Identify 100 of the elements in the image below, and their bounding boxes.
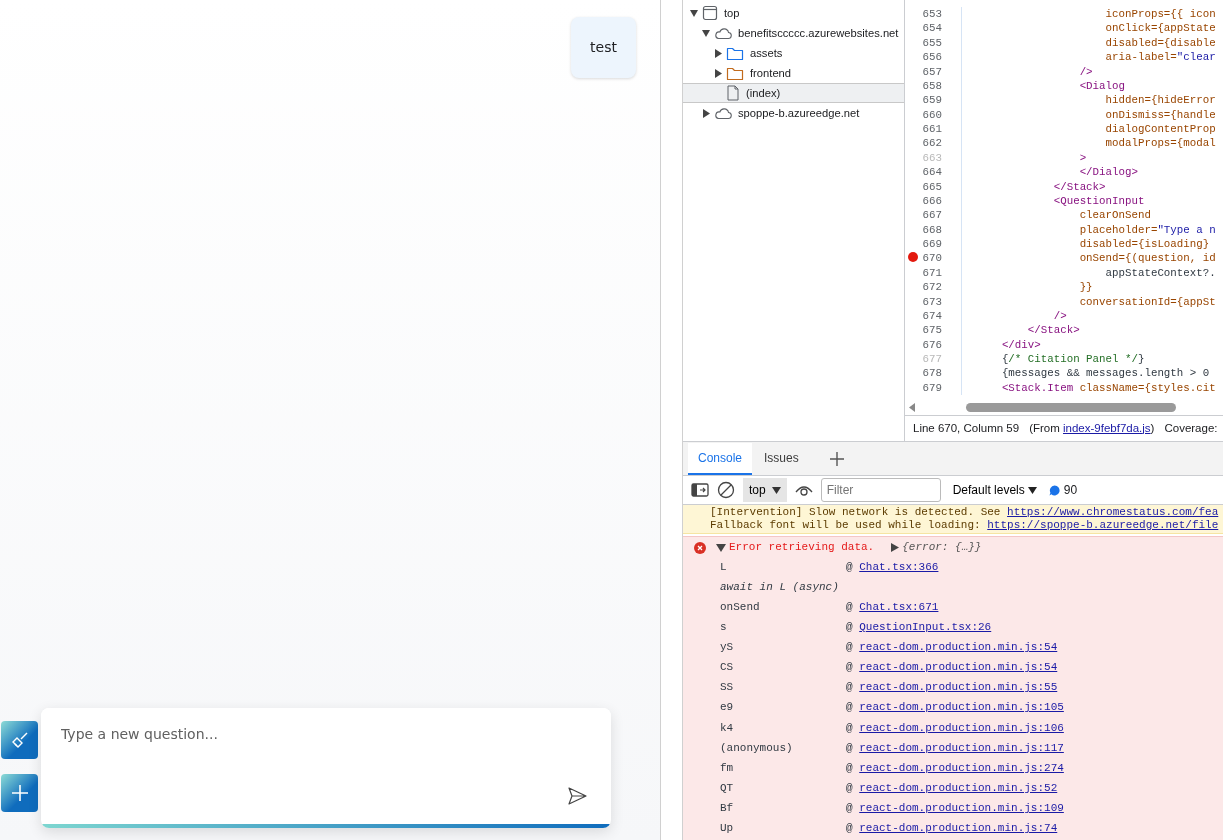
stack-location: @ react-dom.production.min.js:274 [846, 760, 1064, 776]
stack-location: @ react-dom.production.min.js:52 [846, 780, 1058, 796]
source-link[interactable]: react-dom.production.min.js:54 [859, 641, 1058, 654]
stack-location: @ Chat.tsx:366 [846, 559, 939, 575]
line-number: 678 [921, 366, 943, 382]
line-number: 672 [921, 280, 943, 296]
new-chat-button[interactable] [1, 774, 38, 812]
scroll-left-icon[interactable] [909, 402, 915, 412]
line-number: 677 [921, 352, 943, 368]
line-number: 657 [921, 64, 943, 80]
tree-item[interactable]: benefitsccccc.azurewebsites.net [683, 23, 904, 43]
source-link[interactable]: Chat.tsx:671 [859, 601, 939, 613]
cloud-icon [714, 106, 732, 120]
code-line: placeholder="Type a n [1078, 222, 1216, 238]
stack-location: @ react-dom.production.min.js:55 [846, 680, 1058, 696]
source-link[interactable]: react-dom.production.min.js:274 [859, 761, 1064, 774]
triangle-icon[interactable] [690, 8, 698, 18]
triangle-icon[interactable] [714, 48, 722, 58]
source-origin: (From index-9febf7da.js) [1029, 420, 1155, 436]
coverage-label: Coverage: [1164, 420, 1218, 436]
tree-item[interactable]: (index) [683, 83, 904, 103]
function-name: e9 [720, 700, 735, 716]
stack-location: @ react-dom.production.min.js:105 [846, 700, 1064, 716]
eye-icon[interactable] [794, 484, 813, 496]
filter-field[interactable]: Filter [820, 478, 941, 502]
send-icon [567, 786, 587, 806]
clear-chat-button[interactable] [1, 721, 38, 759]
code-line: disabled={isLoading} [1078, 237, 1210, 253]
question-field[interactable]: Type a new question... [41, 708, 611, 828]
triangle-icon[interactable] [716, 543, 726, 552]
line-number: 668 [921, 222, 943, 238]
line-number: 655 [921, 35, 943, 51]
url-link[interactable]: https://www.chromestatus.com/fea [1007, 506, 1219, 518]
source-link[interactable]: react-dom.production.min.js:105 [859, 701, 1064, 714]
source-link[interactable]: react-dom.production.min.js:54 [859, 661, 1058, 674]
caret-icon [1027, 486, 1037, 494]
stack-location: @ react-dom.production.min.js:117 [846, 740, 1064, 756]
source-link[interactable]: react-dom.production.min.js:74 [859, 822, 1058, 834]
code-line: appStateContext?. [1104, 265, 1216, 281]
code-line: {/* Citation Panel */} [1000, 352, 1145, 368]
code-line: dialogContentProp [1104, 122, 1216, 138]
line-number: 660 [921, 107, 943, 123]
panel-tab[interactable]: Issues [754, 443, 809, 475]
function-name: yS [720, 640, 735, 656]
line-number: 654 [921, 21, 943, 37]
sidebar-toggle-icon[interactable] [691, 482, 709, 498]
line-number: 661 [921, 122, 943, 138]
url-link[interactable]: https://spoppe-b.azureedge.net/file [987, 519, 1219, 531]
function-name: SS [720, 680, 735, 696]
source-link[interactable]: Chat.tsx:366 [859, 560, 939, 573]
source-link[interactable]: index-9febf7da.js [1063, 421, 1151, 434]
function-name: Up [720, 821, 735, 836]
warning-text: [Intervention] Slow network is detected. See https://www.chromestatus.com/fea [710, 506, 1220, 519]
line-number: 659 [921, 93, 943, 109]
code-line: onClick={appState [1104, 21, 1216, 37]
line-number: 670 [905, 250, 945, 267]
line-number: 666 [921, 193, 943, 209]
triangle-icon[interactable] [702, 28, 710, 38]
add-tab-icon[interactable] [828, 451, 845, 467]
stack-location: @ QuestionInput.tsx:26 [846, 620, 992, 636]
object-preview[interactable]: {error: {…}} [902, 539, 982, 556]
log-levels-dropdown[interactable]: Default levels [948, 481, 1041, 499]
code-line: clearOnSend [1078, 208, 1151, 224]
warning-text: Fallback font will be used while loading: https://spoppe-b.azureedge.net/file [710, 519, 1220, 532]
triangle-icon[interactable] [702, 108, 710, 118]
code-line: onSend={(question, id [1078, 251, 1216, 267]
line-number: 658 [921, 78, 943, 94]
code-line: </div> [1000, 337, 1041, 353]
source-link[interactable]: react-dom.production.min.js:106 [859, 721, 1064, 734]
line-number: 676 [921, 337, 943, 353]
source-link[interactable]: react-dom.production.min.js:117 [859, 741, 1064, 754]
line-number: 673 [921, 294, 943, 310]
code-line: }} [1078, 280, 1093, 296]
triangle-icon[interactable] [891, 543, 900, 552]
context-dropdown[interactable]: top [743, 478, 787, 502]
clear-console-icon[interactable] [717, 481, 735, 499]
scrollbar-thumb[interactable] [966, 402, 1176, 412]
message-count: 90 [1063, 482, 1078, 499]
tree-item[interactable]: top [683, 3, 904, 23]
source-link[interactable]: QuestionInput.tsx:26 [859, 621, 992, 634]
tree-item[interactable]: assets [683, 43, 904, 63]
breakpoint-marker[interactable] [908, 252, 918, 263]
source-link[interactable]: react-dom.production.min.js:52 [859, 781, 1058, 794]
line-number: 664 [921, 165, 943, 181]
code-line: {messages && messages.length > 0 [1000, 366, 1210, 382]
triangle-icon[interactable] [714, 68, 722, 78]
tree-item[interactable]: frontend [683, 63, 904, 83]
source-link[interactable]: react-dom.production.min.js:55 [859, 681, 1058, 694]
line-number: 674 [921, 308, 943, 324]
tree-item[interactable]: spoppe-b.azureedge.net [683, 103, 904, 123]
line-number: 675 [921, 323, 943, 339]
code-line: <QuestionInput [1052, 193, 1145, 209]
panel-tab[interactable]: Console [688, 443, 753, 475]
code-line: iconProps={{ icon [1104, 7, 1216, 23]
function-name: fm [720, 760, 735, 776]
error-icon [694, 541, 706, 554]
source-link[interactable]: react-dom.production.min.js:109 [859, 801, 1064, 814]
code-line: aria-label="clear [1104, 50, 1216, 66]
line-number: 667 [921, 208, 943, 224]
function-name: Bf [720, 800, 735, 816]
